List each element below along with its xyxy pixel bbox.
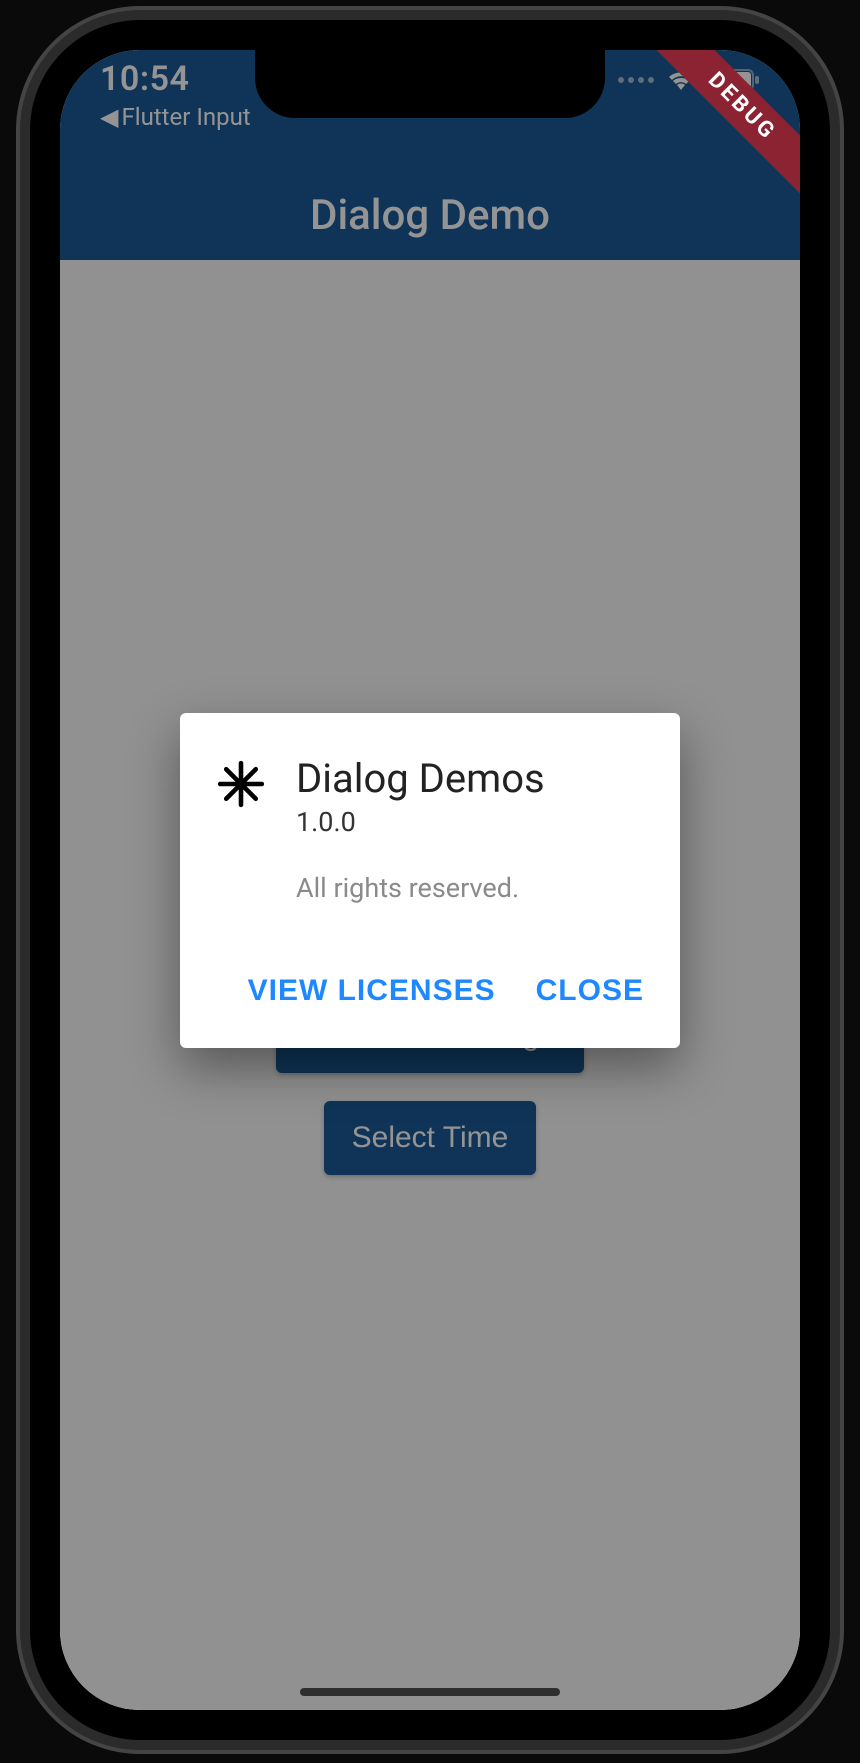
close-button[interactable]: CLOSE <box>536 974 644 1008</box>
dialog-actions: VIEW LICENSES CLOSE <box>216 974 644 1028</box>
dialog-header: Dialog Demos 1.0.0 <box>216 755 644 838</box>
dialog-body-text: All rights reserved. <box>296 872 644 904</box>
dialog-titles: Dialog Demos 1.0.0 <box>296 755 545 838</box>
home-indicator[interactable] <box>300 1688 560 1696</box>
dialog-title: Dialog Demos <box>296 755 545 802</box>
notch <box>255 50 605 118</box>
screen: 10:54 ◀ Flutter Input Dialog Demo <box>60 50 800 1710</box>
dialog-version: 1.0.0 <box>296 806 545 838</box>
dialog-scrim[interactable]: Dialog Demos 1.0.0 All rights reserved. … <box>60 50 800 1710</box>
view-licenses-button[interactable]: VIEW LICENSES <box>248 974 496 1008</box>
about-dialog: Dialog Demos 1.0.0 All rights reserved. … <box>180 713 680 1048</box>
device-frame: 10:54 ◀ Flutter Input Dialog Demo <box>30 20 830 1740</box>
snowflake-icon <box>216 759 266 809</box>
